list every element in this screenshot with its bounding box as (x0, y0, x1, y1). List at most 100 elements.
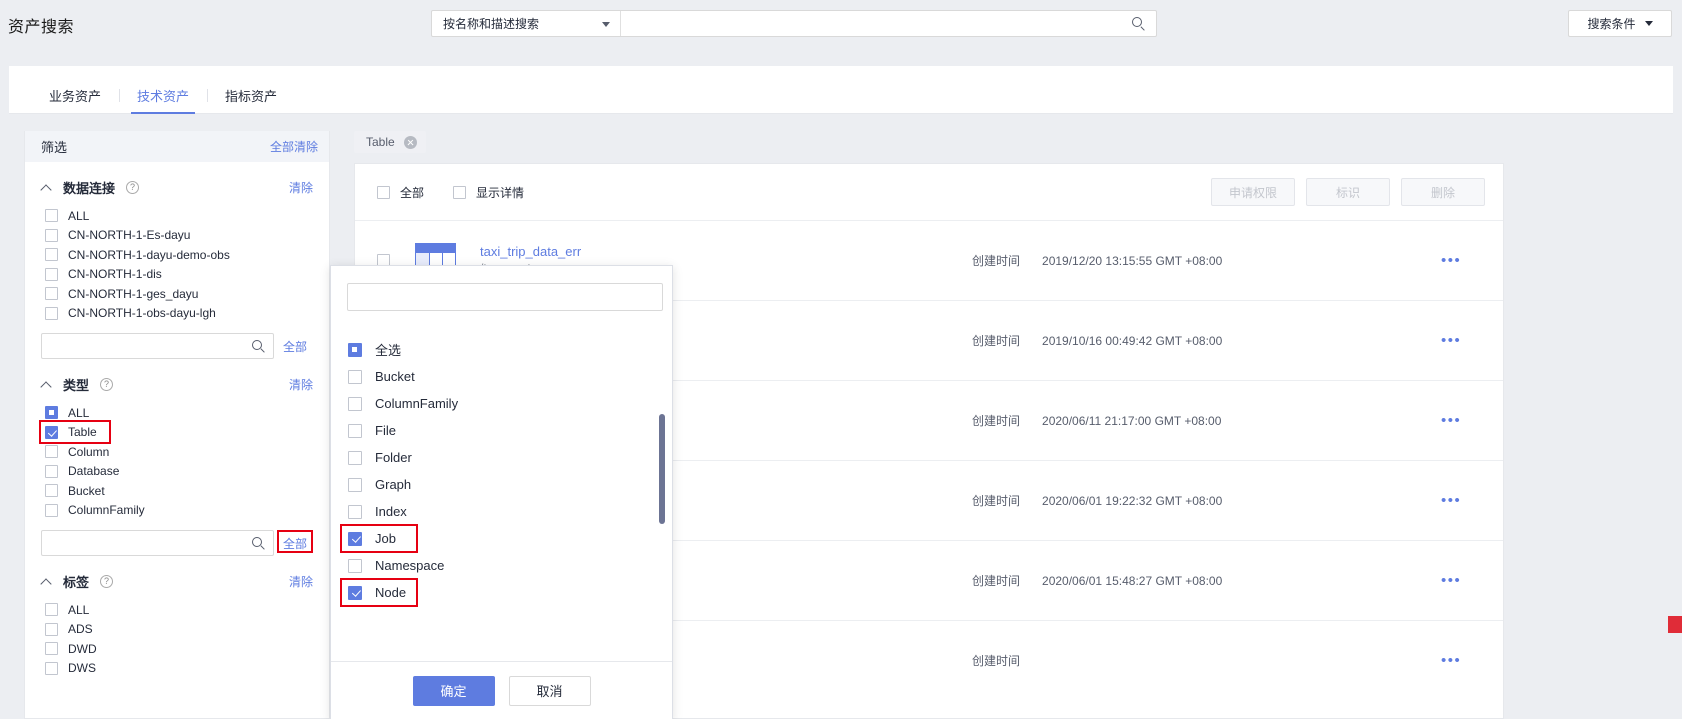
created-time-value: 2020/06/01 15:48:27 GMT +08:00 (1042, 574, 1222, 588)
popup-option-全选[interactable]: 全选 (348, 336, 672, 363)
checkbox-box (348, 451, 362, 465)
popup-option-index[interactable]: Index (348, 498, 672, 525)
more-icon[interactable]: ••• (1441, 253, 1461, 268)
filter-group-header: 类型?清除 (41, 365, 313, 403)
filter-show-all-link[interactable]: 全部 (283, 338, 307, 355)
filter-group-clear-link[interactable]: 清除 (289, 179, 313, 196)
popup-option-label: Bucket (375, 369, 415, 384)
asset-name-link[interactable]: taxi_trip_data_err (480, 244, 1020, 259)
more-icon[interactable]: ••• (1441, 493, 1461, 508)
filter-show-all-link[interactable]: 全部 (283, 535, 307, 552)
filter-chip-table[interactable]: Table (354, 131, 426, 153)
toolbar-button-1: 标识 (1306, 178, 1390, 206)
search-scope-select[interactable]: 按名称和描述搜索 (432, 11, 621, 36)
row-meta: 创建时间2020/06/01 19:22:32 GMT +08:00 (972, 492, 1222, 509)
checkbox-box (45, 662, 58, 675)
filter-option-cn-north-1-obs-dayu-lgh[interactable]: CN-NORTH-1-obs-dayu-lgh (45, 304, 313, 324)
popup-option-folder[interactable]: Folder (348, 444, 672, 471)
popup-search-input[interactable] (348, 284, 662, 310)
popup-option-namespace[interactable]: Namespace (348, 552, 672, 579)
highlight-annotation (277, 530, 313, 553)
chevron-up-icon[interactable] (41, 182, 52, 193)
filter-option-dws[interactable]: DWS (45, 659, 313, 679)
filter-option-label: ALL (68, 406, 89, 420)
filter-option-label: DWD (68, 642, 97, 656)
popup-option-job[interactable]: Job (348, 525, 672, 552)
filter-option-dwd[interactable]: DWD (45, 639, 313, 659)
filter-option-columnfamily[interactable]: ColumnFamily (45, 501, 313, 521)
search-submit-button[interactable] (1120, 11, 1156, 36)
popup-option-node[interactable]: Node (348, 579, 672, 606)
filter-header: 筛选 全部清除 (25, 131, 329, 162)
help-icon[interactable]: ? (100, 575, 113, 588)
filter-option-all[interactable]: ALL (45, 206, 313, 226)
tab-2[interactable]: 指标资产 (207, 90, 295, 114)
popup-option-label: Job (375, 531, 396, 546)
checkbox-box (45, 603, 58, 616)
chevron-up-icon[interactable] (41, 379, 52, 390)
created-time-value: 2019/10/16 00:49:42 GMT +08:00 (1042, 334, 1222, 348)
tab-0[interactable]: 业务资产 (31, 90, 119, 114)
filter-option-table[interactable]: Table (45, 423, 313, 443)
popup-scrollbar[interactable] (659, 414, 665, 524)
search-icon[interactable] (252, 340, 265, 353)
filter-option-label: CN-NORTH-1-dis (68, 267, 162, 281)
filter-search-input[interactable] (42, 531, 273, 555)
toolbar-button-0: 申请权限 (1211, 178, 1295, 206)
search-conditions-button[interactable]: 搜索条件 (1568, 10, 1672, 37)
chevron-down-icon (602, 22, 610, 27)
help-icon[interactable]: ? (100, 378, 113, 391)
checkbox-box (348, 586, 362, 600)
popup-option-graph[interactable]: Graph (348, 471, 672, 498)
filter-option-database[interactable]: Database (45, 462, 313, 482)
created-time-label: 创建时间 (972, 332, 1020, 349)
filter-option-all[interactable]: ALL (45, 600, 313, 620)
filter-option-label: CN-NORTH-1-ges_dayu (68, 287, 198, 301)
row-meta: 创建时间2020/06/11 21:17:00 GMT +08:00 (972, 412, 1221, 429)
tab-1[interactable]: 技术资产 (119, 90, 207, 114)
popup-confirm-button[interactable]: 确定 (413, 676, 495, 706)
tab-label: 指标资产 (225, 89, 277, 104)
popup-option-label: Node (375, 585, 406, 600)
filter-group-clear-link[interactable]: 清除 (289, 573, 313, 590)
help-icon[interactable]: ? (126, 181, 139, 194)
filter-group-2: 标签?清除ALLADSDWDDWS (25, 562, 329, 678)
select-all-label: 全部 (400, 184, 424, 201)
filter-option-cn-north-1-dis[interactable]: CN-NORTH-1-dis (45, 265, 313, 285)
filter-option-column[interactable]: Column (45, 442, 313, 462)
chevron-down-icon (1645, 21, 1653, 26)
filter-option-cn-north-1-dayu-demo-obs[interactable]: CN-NORTH-1-dayu-demo-obs (45, 245, 313, 265)
chevron-up-icon[interactable] (41, 576, 52, 587)
search-input[interactable] (621, 11, 1156, 36)
select-all-checkbox[interactable]: 全部 (377, 184, 424, 201)
filter-option-cn-north-1-ges-dayu[interactable]: CN-NORTH-1-ges_dayu (45, 284, 313, 304)
popup-option-file[interactable]: File (348, 417, 672, 444)
filter-search-input[interactable] (42, 334, 273, 358)
popup-option-bucket[interactable]: Bucket (348, 363, 672, 390)
filter-group-clear-link[interactable]: 清除 (289, 376, 313, 393)
filter-panel: 筛选 全部清除 数据连接?清除ALLCN-NORTH-1-Es-dayuCN-N… (24, 131, 330, 719)
row-meta: 创建时间 2019/10/16 00:49:42 GMT +08:00 (972, 332, 1222, 349)
filter-group-0: 数据连接?清除ALLCN-NORTH-1-Es-dayuCN-NORTH-1-d… (25, 168, 329, 359)
checkbox-box (45, 248, 58, 261)
more-icon[interactable]: ••• (1441, 333, 1461, 348)
show-detail-checkbox[interactable]: 显示详情 (453, 184, 524, 201)
popup-option-columnfamily[interactable]: ColumnFamily (348, 390, 672, 417)
filter-option-bucket[interactable]: Bucket (45, 481, 313, 501)
show-detail-label: 显示详情 (476, 184, 524, 201)
clear-all-filters-link[interactable]: 全部清除 (270, 138, 318, 155)
more-icon[interactable]: ••• (1441, 653, 1461, 668)
filter-group-title: 数据连接 (63, 178, 115, 197)
search-icon (1132, 17, 1145, 30)
filter-option-all[interactable]: ALL (45, 403, 313, 423)
more-icon[interactable]: ••• (1441, 573, 1461, 588)
filter-option-cn-north-1-es-dayu[interactable]: CN-NORTH-1-Es-dayu (45, 226, 313, 246)
search-icon[interactable] (252, 537, 265, 550)
close-icon[interactable] (404, 136, 417, 149)
checkbox-box (45, 426, 58, 439)
filter-option-ads[interactable]: ADS (45, 620, 313, 640)
more-icon[interactable]: ••• (1441, 413, 1461, 428)
checkbox-box (45, 465, 58, 478)
checkbox-box (348, 559, 362, 573)
popup-cancel-button[interactable]: 取消 (509, 676, 591, 706)
